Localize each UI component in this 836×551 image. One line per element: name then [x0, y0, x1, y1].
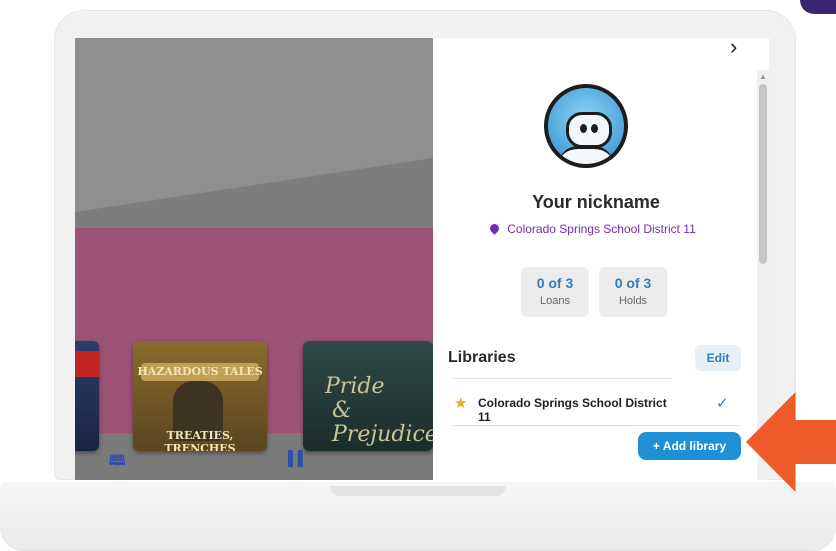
library-item[interactable]: ★ Colorado Springs School District 11 ✓ [454, 390, 729, 424]
avatar-body [558, 146, 614, 164]
scroll-thumb[interactable] [759, 84, 767, 264]
book-cover-hazardous-tales[interactable]: HAZARDOUS TALES TREATIES, TRENCHES [133, 341, 267, 451]
panel-scrollbar[interactable]: ▲ [757, 70, 769, 480]
books-icon[interactable]: 🕮 [109, 450, 126, 474]
loans-label: Loans [540, 295, 570, 307]
avatar-image [548, 88, 624, 164]
scroll-up-icon[interactable]: ▲ [759, 72, 767, 81]
book-subtitle: TREATIES, TRENCHES [164, 429, 236, 451]
book-title: Pride & Prejudice [325, 374, 433, 447]
checkmark-icon: ✓ [716, 395, 729, 412]
holds-stat[interactable]: 0 of 3 Holds [599, 267, 667, 317]
libraries-heading: Libraries [448, 349, 516, 366]
map-pin-icon [488, 222, 502, 236]
book-cover-band [75, 351, 99, 377]
divider [452, 425, 740, 426]
avatar-eye [580, 124, 587, 133]
corner-decoration [800, 0, 836, 14]
bookshelf-icon[interactable]: ▐▐ [283, 450, 303, 466]
edit-libraries-button[interactable]: Edit [695, 345, 741, 371]
holds-label: Holds [618, 295, 648, 307]
loans-stat[interactable]: 0 of 3 Loans [521, 267, 589, 317]
district-name: Colorado Springs School District 11 [507, 222, 696, 236]
avatar[interactable] [544, 84, 628, 168]
laptop-notch [330, 486, 506, 496]
nickname-label[interactable]: Your nickname [467, 192, 725, 213]
app-background: HAZARDOUS TALES TREATIES, TRENCHES Pride … [75, 38, 433, 480]
divider [452, 378, 672, 379]
book-cover-pride-and-prejudice[interactable]: Pride & Prejudice [303, 341, 433, 451]
holds-count: 0 of 3 [614, 275, 652, 291]
avatar-face [566, 112, 612, 148]
add-library-button[interactable]: + Add library [638, 432, 741, 460]
book-cover-partial[interactable] [75, 341, 99, 451]
district-label: Colorado Springs School District 11 [443, 222, 743, 236]
avatar-eye [591, 124, 598, 133]
book-title: HAZARDOUS TALES [137, 365, 263, 378]
loans-count: 0 of 3 [536, 275, 574, 291]
chevron-right-icon[interactable]: › [730, 34, 737, 60]
star-icon: ★ [454, 395, 468, 412]
library-name: Colorado Springs School District 11 [478, 396, 667, 424]
